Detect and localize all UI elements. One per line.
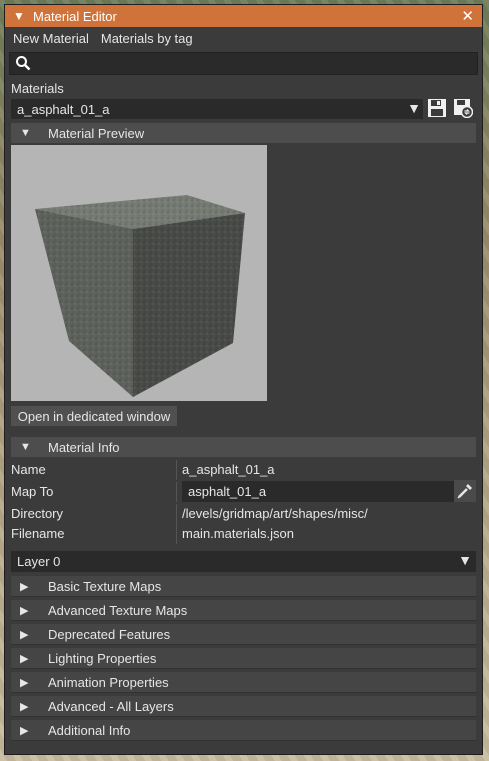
section-advanced-texture-maps[interactable]: ▶ Advanced Texture Maps: [11, 600, 476, 621]
section-additional-info[interactable]: ▶ Additional Info: [11, 720, 476, 741]
section-label: Additional Info: [48, 722, 131, 738]
expanded-arrow-icon: ▼: [20, 127, 31, 139]
section-label: Lighting Properties: [48, 650, 157, 666]
collapsed-arrow-icon: ▶: [20, 676, 29, 689]
column-divider: [176, 482, 177, 502]
cube-preview-image: [35, 195, 245, 397]
info-value: /levels/gridmap/art/shapes/misc/: [182, 506, 368, 521]
section-deprecated-features[interactable]: ▶ Deprecated Features: [11, 624, 476, 645]
material-preview-header[interactable]: ▼ Material Preview: [11, 123, 476, 143]
material-preview-viewport[interactable]: [11, 145, 267, 401]
column-divider: [176, 524, 177, 544]
section-label: Advanced - All Layers: [48, 698, 174, 714]
section-label: Material Info: [48, 439, 120, 455]
section-lighting-properties[interactable]: ▶ Lighting Properties: [11, 648, 476, 669]
section-label: Deprecated Features: [48, 626, 171, 642]
layer-select[interactable]: Layer 0 ▼: [11, 551, 476, 572]
dropdown-arrow-icon: ▼: [458, 552, 472, 568]
window-title: Material Editor: [33, 8, 117, 24]
menu-materials-by-tag[interactable]: Materials by tag: [101, 31, 193, 46]
dropdown-arrow-icon: ▼: [407, 100, 421, 116]
eyedropper-icon[interactable]: [454, 480, 476, 502]
section-label: Advanced Texture Maps: [48, 602, 188, 618]
layer-select-value: Layer 0: [17, 554, 61, 569]
section-basic-texture-maps[interactable]: ▶ Basic Texture Maps: [11, 576, 476, 597]
map-to-input[interactable]: asphalt_01_a: [182, 481, 454, 502]
section-label: Animation Properties: [48, 674, 169, 690]
info-row-directory: Directory /levels/gridmap/art/shapes/mis…: [11, 504, 476, 524]
save-icon[interactable]: [427, 98, 447, 118]
info-value: a_asphalt_01_a: [182, 462, 275, 477]
collapsed-arrow-icon: ▶: [20, 724, 29, 737]
material-select[interactable]: a_asphalt_01_a ▼: [11, 99, 423, 119]
material-info-header[interactable]: ▼ Material Info: [11, 437, 476, 457]
close-icon[interactable]: ✕: [461, 7, 474, 25]
section-label: Basic Texture Maps: [48, 578, 162, 594]
collapse-window-icon[interactable]: ▼: [13, 9, 25, 23]
info-key: Map To: [11, 484, 54, 499]
menu-bar: New Material Materials by tag: [5, 27, 482, 49]
title-bar[interactable]: ▼ Material Editor ✕: [5, 5, 482, 27]
info-value: main.materials.json: [182, 526, 294, 541]
info-key: Directory: [11, 506, 64, 521]
collapsed-arrow-icon: ▶: [20, 628, 29, 641]
collapsed-arrow-icon: ▶: [20, 700, 29, 713]
info-row-name: Name a_asphalt_01_a: [11, 460, 476, 480]
map-to-value: asphalt_01_a: [188, 484, 267, 499]
section-animation-properties[interactable]: ▶ Animation Properties: [11, 672, 476, 693]
material-editor-window: ▼ Material Editor ✕ New Material Materia…: [4, 4, 483, 755]
open-dedicated-window-button[interactable]: Open in dedicated window: [11, 406, 177, 426]
column-divider: [176, 460, 177, 480]
collapsed-arrow-icon: ▶: [20, 652, 29, 665]
info-row-map-to: Map To asphalt_01_a: [11, 480, 476, 502]
info-key: Filename: [11, 526, 65, 541]
section-label: Material Preview: [48, 125, 145, 141]
materials-label: Materials: [11, 81, 64, 96]
collapsed-arrow-icon: ▶: [20, 580, 29, 593]
info-row-filename: Filename main.materials.json: [11, 524, 476, 544]
search-icon: [16, 56, 31, 71]
collapsed-arrow-icon: ▶: [20, 604, 29, 617]
info-key: Name: [11, 462, 46, 477]
column-divider: [176, 504, 177, 524]
search-input[interactable]: [9, 52, 478, 75]
save-as-icon[interactable]: [453, 98, 473, 118]
material-select-value: a_asphalt_01_a: [17, 101, 110, 117]
expanded-arrow-icon: ▼: [20, 441, 31, 453]
section-advanced-all-layers[interactable]: ▶ Advanced - All Layers: [11, 696, 476, 717]
menu-new-material[interactable]: New Material: [13, 31, 89, 46]
